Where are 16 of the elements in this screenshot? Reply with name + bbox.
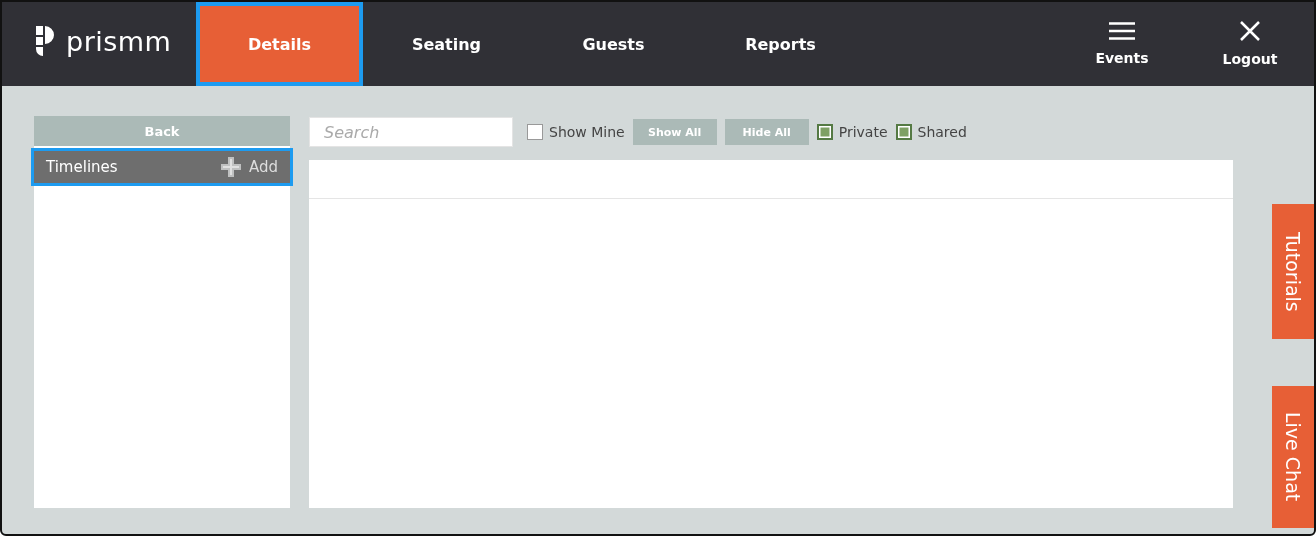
filter-checkbox[interactable]: Shared (895, 124, 967, 140)
add-button[interactable]: Add (220, 157, 278, 177)
search-field[interactable]: Search (309, 117, 513, 147)
plus-icon (220, 157, 241, 177)
events-button[interactable]: Events (1058, 2, 1186, 86)
close-icon (1240, 21, 1260, 41)
nav-tab[interactable]: Guests (530, 2, 697, 86)
section-title: Timelines (46, 158, 118, 176)
logo-icon (36, 26, 54, 56)
nav-tab[interactable]: Reports (697, 2, 864, 86)
filter-checkbox[interactable]: Private (816, 124, 888, 140)
logo-text: prismm (66, 25, 172, 57)
show-mine-checkbox[interactable]: Show Mine (527, 124, 625, 140)
logout-button[interactable]: Logout (1186, 2, 1314, 86)
nav-tab[interactable]: Seating (363, 2, 530, 86)
menu-icon (1109, 22, 1135, 40)
